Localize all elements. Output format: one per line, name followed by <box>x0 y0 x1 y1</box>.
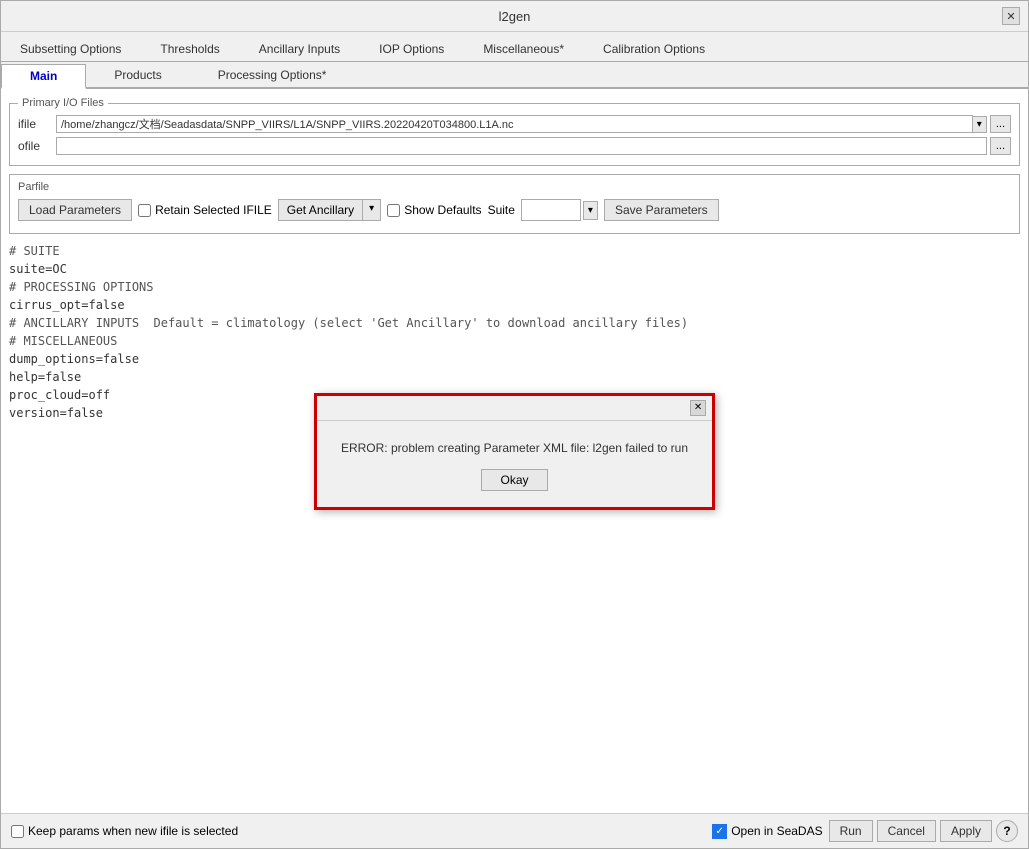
content-area: Primary I/O Files ifile ▾ ... ofile ... … <box>1 89 1028 813</box>
tab-subsetting-options[interactable]: Subsetting Options <box>1 36 140 61</box>
modal-title-bar: ✕ <box>317 396 712 421</box>
tab-iop-options[interactable]: IOP Options <box>360 36 463 61</box>
open-in-seadas-group: ✓ Open in SeaDAS <box>712 824 822 839</box>
tab-thresholds[interactable]: Thresholds <box>141 36 238 61</box>
main-window: l2gen ✕ Subsetting Options Thresholds An… <box>0 0 1029 849</box>
tab-products[interactable]: Products <box>86 64 189 87</box>
tab-miscellaneous[interactable]: Miscellaneous* <box>464 36 583 61</box>
keep-params-checkbox[interactable] <box>11 825 24 838</box>
tab-processing-options[interactable]: Processing Options* <box>190 64 355 87</box>
top-tabs: Subsetting Options Thresholds Ancillary … <box>1 32 1028 62</box>
cancel-button[interactable]: Cancel <box>877 820 936 842</box>
tab-calibration-options[interactable]: Calibration Options <box>584 36 724 61</box>
modal-close-button[interactable]: ✕ <box>690 400 706 416</box>
modal-ok-button[interactable]: Okay <box>481 469 547 491</box>
run-button[interactable]: Run <box>829 820 873 842</box>
title-bar: l2gen ✕ <box>1 1 1028 32</box>
tab-main[interactable]: Main <box>1 64 86 89</box>
modal-message: ERROR: problem creating Parameter XML fi… <box>341 441 688 455</box>
modal-body: ERROR: problem creating Parameter XML fi… <box>317 421 712 507</box>
error-dialog: ✕ ERROR: problem creating Parameter XML … <box>314 393 715 510</box>
second-tabs: Main Products Processing Options* <box>1 62 1028 89</box>
action-buttons: Run Cancel Apply ? <box>829 820 1018 842</box>
bottom-left: Keep params when new ifile is selected <box>11 824 238 838</box>
apply-button[interactable]: Apply <box>940 820 992 842</box>
modal-overlay: ✕ ERROR: problem creating Parameter XML … <box>1 89 1028 813</box>
help-button[interactable]: ? <box>996 820 1018 842</box>
keep-params-label[interactable]: Keep params when new ifile is selected <box>11 824 238 838</box>
close-button[interactable]: ✕ <box>1002 7 1020 25</box>
window-title: l2gen <box>27 9 1002 24</box>
open-in-seadas-label: Open in SeaDAS <box>731 824 822 838</box>
tab-ancillary-inputs[interactable]: Ancillary Inputs <box>240 36 359 61</box>
bottom-bar: Keep params when new ifile is selected ✓… <box>1 813 1028 848</box>
open-in-seadas-checkbox[interactable]: ✓ <box>712 824 727 839</box>
bottom-right: ✓ Open in SeaDAS Run Cancel Apply ? <box>712 820 1018 842</box>
